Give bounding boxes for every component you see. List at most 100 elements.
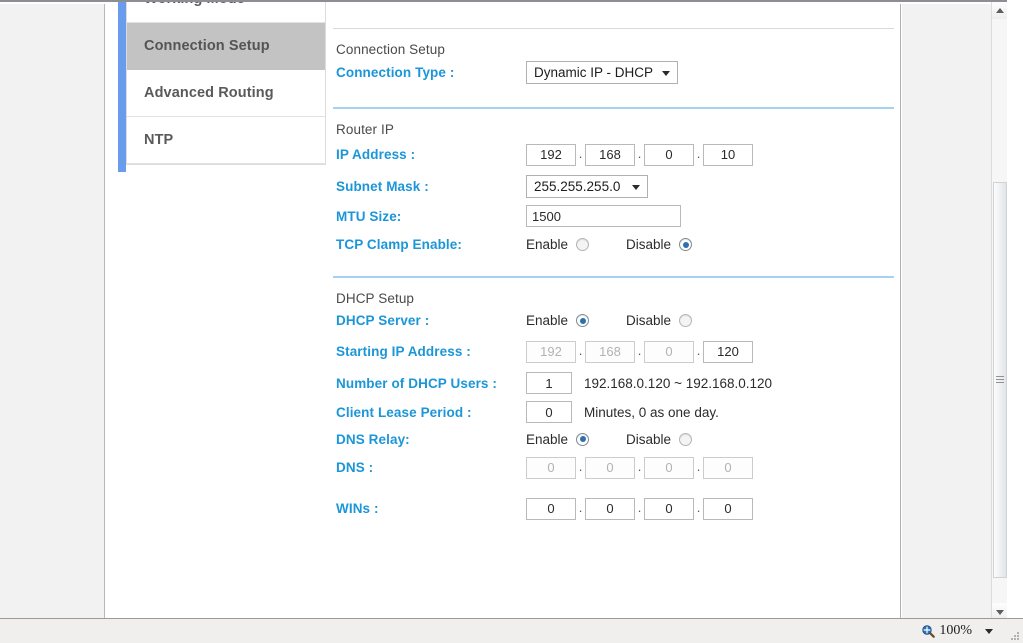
window-resize-handle[interactable] (1010, 631, 1020, 641)
starting-ip-octet-4[interactable] (703, 340, 753, 363)
dhcp-server-label: DHCP Server : (336, 313, 430, 328)
dhcp-users-input[interactable] (526, 372, 572, 394)
client-lease-row: Client Lease Period : Minutes, 0 as one … (333, 397, 898, 426)
wins-octet-3[interactable] (644, 497, 694, 520)
client-lease-label: Client Lease Period : (336, 404, 472, 420)
scroll-up-button[interactable] (992, 2, 1007, 19)
left-gutter-panel (0, 4, 105, 618)
sidebar-menu: Working Mode Connection Setup Advanced R… (126, 2, 326, 165)
dhcp-users-label: Number of DHCP Users : (336, 375, 497, 391)
tcp-clamp-enable-option[interactable]: Enable (526, 237, 590, 252)
sidebar-item-working-mode[interactable]: Working Mode (127, 2, 325, 23)
wins-octet-4[interactable] (703, 497, 753, 520)
dhcp-server-disable-radio[interactable] (679, 314, 693, 327)
tcp-clamp-disable-label: Disable (626, 237, 672, 252)
starting-ip-octet-3 (644, 340, 694, 363)
dns-relay-disable-radio[interactable] (679, 432, 693, 446)
connection-type-row: Connection Type : Dynamic IP - DHCP (333, 57, 898, 87)
wins-octet-2[interactable] (585, 497, 635, 520)
settings-form: Connection Setup Connection Type : Dynam… (333, 4, 898, 525)
subnet-mask-value: 255.255.255.0 (534, 179, 621, 194)
dhcp-server-disable-option[interactable]: Disable (626, 313, 693, 328)
tcp-clamp-enable-label: Enable (526, 237, 569, 252)
subnet-mask-label: Subnet Mask : (336, 179, 429, 194)
sidebar-item-ntp[interactable]: NTP (127, 117, 325, 164)
dhcp-server-enable-label: Enable (526, 313, 569, 328)
dhcp-users-range-text: 192.168.0.120 ~ 192.168.0.120 (584, 375, 773, 391)
starting-ip-label: Starting IP Address : (336, 344, 471, 359)
chevron-down-icon (662, 70, 671, 76)
client-lease-hint: Minutes, 0 as one day. (584, 404, 719, 420)
dns-relay-row: DNS Relay: Enable Disable (333, 426, 898, 454)
scroll-down-button[interactable] (992, 603, 1007, 618)
mtu-size-input[interactable] (526, 205, 681, 227)
subnet-mask-select[interactable]: 255.255.255.0 (526, 175, 648, 198)
vertical-scrollbar[interactable] (991, 2, 1007, 618)
octet-separator: . (578, 146, 583, 161)
dns-relay-label: DNS Relay: (336, 431, 410, 447)
ip-address-octet-2[interactable] (585, 143, 635, 166)
tcp-clamp-disable-radio[interactable] (679, 238, 693, 251)
sidebar-item-advanced-routing[interactable]: Advanced Routing (127, 70, 325, 117)
octet-separator: . (578, 343, 583, 358)
router-ip-section-title: Router IP (336, 122, 394, 137)
connection-type-select[interactable]: Dynamic IP - DHCP (526, 61, 679, 84)
page-viewport: Working Mode Connection Setup Advanced R… (0, 0, 1007, 618)
router-admin-page: Working Mode Connection Setup Advanced R… (106, 2, 901, 618)
client-lease-input[interactable] (526, 401, 572, 423)
browser-window: Working Mode Connection Setup Advanced R… (0, 0, 1023, 643)
mtu-size-label: MTU Size: (336, 208, 402, 224)
octet-separator: . (696, 459, 701, 474)
dns-relay-disable-option[interactable]: Disable (626, 431, 693, 447)
wins-octet-1[interactable] (526, 497, 576, 520)
octet-separator: . (637, 146, 642, 161)
dns-octet-1 (526, 456, 576, 479)
wins-row: WINs : . . . (333, 483, 898, 525)
scrollbar-thumb[interactable] (993, 182, 1007, 578)
octet-separator: . (578, 459, 583, 474)
octet-separator: . (578, 500, 583, 515)
dns-relay-enable-radio[interactable] (576, 432, 590, 446)
sidebar-item-label: Connection Setup (144, 38, 270, 54)
connection-type-value: Dynamic IP - DHCP (534, 65, 654, 80)
dns-octet-2 (585, 456, 635, 479)
ip-address-octet-3[interactable] (644, 143, 694, 166)
tcp-clamp-enable-radio[interactable] (576, 238, 590, 251)
dhcp-server-enable-radio[interactable] (576, 314, 590, 327)
dhcp-server-enable-option[interactable]: Enable (526, 313, 590, 328)
starting-ip-octet-1 (526, 340, 576, 363)
dns-octet-4 (703, 456, 753, 479)
dhcp-setup-section-title: DHCP Setup (336, 291, 415, 306)
tcp-clamp-disable-option[interactable]: Disable (626, 237, 693, 252)
dhcp-server-row: DHCP Server : Enable Disable (333, 306, 898, 334)
dns-relay-enable-label: Enable (526, 431, 569, 447)
sidebar-item-label: Advanced Routing (144, 85, 274, 101)
dns-row: DNS : . . . (333, 454, 898, 483)
tcp-clamp-label: TCP Clamp Enable: (336, 237, 462, 252)
octet-separator: . (696, 146, 701, 161)
dhcp-server-disable-label: Disable (626, 313, 672, 328)
ip-address-octet-1[interactable] (526, 143, 576, 166)
mtu-size-row: MTU Size: (333, 201, 898, 230)
ip-address-row: IP Address : . . . (333, 137, 898, 171)
dns-relay-enable-option[interactable]: Enable (526, 431, 590, 447)
dns-relay-disable-label: Disable (626, 431, 672, 447)
chevron-down-icon (632, 184, 640, 190)
connection-type-label: Connection Type : (336, 65, 455, 80)
chevron-down-icon (985, 628, 993, 634)
dns-octet-3 (644, 456, 694, 479)
grip-lines-icon (996, 376, 1004, 384)
wins-label: WINs : (336, 501, 379, 516)
octet-separator: . (637, 343, 642, 358)
starting-ip-octet-2 (585, 340, 635, 363)
dhcp-users-row: Number of DHCP Users : 192.168.0.120 ~ 1… (333, 368, 898, 397)
zoom-level-label: 100% (939, 623, 972, 638)
dns-label: DNS : (336, 460, 374, 475)
sidebar-item-connection-setup[interactable]: Connection Setup (127, 23, 325, 70)
connection-setup-section-title: Connection Setup (336, 42, 445, 57)
octet-separator: . (696, 343, 701, 358)
magnifier-plus-icon (921, 624, 936, 638)
ip-address-octet-4[interactable] (703, 143, 753, 166)
status-bar: 100% (0, 618, 1023, 643)
zoom-control[interactable]: 100% (921, 623, 993, 639)
